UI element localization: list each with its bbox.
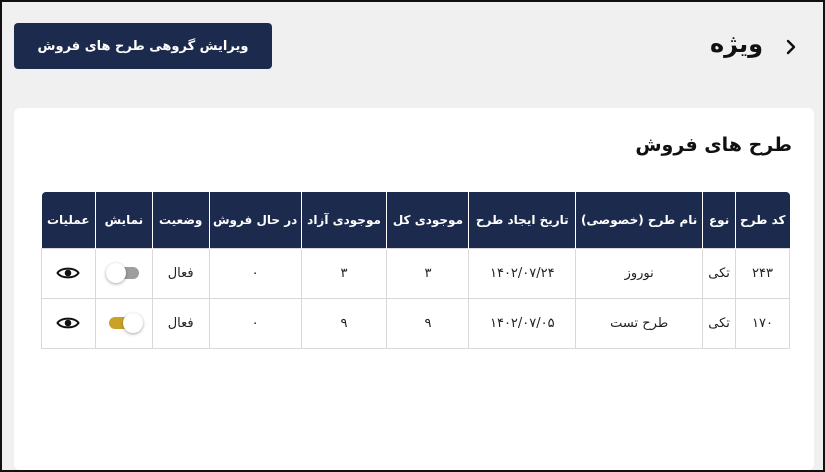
cell-code: ۲۴۳ (735, 247, 790, 299)
cell-name: نوروز (575, 247, 704, 299)
cell-actions (41, 297, 96, 349)
view-button[interactable] (54, 312, 82, 334)
page-header: ویژه ویرایش گروهی طرح های فروش (2, 2, 823, 102)
cell-total-stock: ۳ (386, 247, 470, 299)
cell-status: فعال (151, 247, 210, 299)
column-header-selling: در حال فروش (208, 192, 302, 248)
chevron-right-icon (786, 39, 796, 55)
column-header-code: کد طرح (735, 192, 790, 248)
cell-type: تکی (702, 297, 737, 349)
eye-icon (56, 317, 81, 329)
column-header-actions: عملیات (41, 192, 96, 248)
eye-icon (56, 267, 81, 279)
cell-code: ۱۷۰ (735, 297, 790, 349)
table-row: ۱۷۰ تکی طرح تست ۱۴۰۲/۰۷/۰۵ ۹ ۹ ۰ فعال (41, 297, 790, 349)
column-header-created: تاریخ ایجاد طرح (468, 192, 576, 248)
column-header-display: نمایش (94, 192, 153, 248)
sales-plans-card: طرح های فروش کد طرح نوع نام طرح (خصوصی) … (14, 108, 814, 470)
display-toggle[interactable] (108, 313, 143, 333)
column-header-name: نام طرح (خصوصی) (575, 192, 703, 248)
group-edit-plans-button[interactable]: ویرایش گروهی طرح های فروش (14, 23, 272, 69)
table-row: ۲۴۳ تکی نوروز ۱۴۰۲/۰۷/۲۴ ۳ ۳ ۰ فعال (41, 247, 790, 299)
cell-created: ۱۴۰۲/۰۷/۰۵ (468, 297, 577, 349)
back-button[interactable] (781, 34, 801, 60)
card-title: طرح های فروش (635, 134, 792, 156)
column-header-total-stock: موجودی کل (386, 192, 469, 248)
sales-plans-table: کد طرح نوع نام طرح (خصوصی) تاریخ ایجاد ط… (41, 192, 790, 349)
app-window: ویژه ویرایش گروهی طرح های فروش طرح های ف… (0, 0, 825, 472)
cell-type: تکی (702, 247, 737, 299)
cell-display (94, 297, 153, 349)
cell-total-stock: ۹ (386, 297, 470, 349)
cell-selling: ۰ (208, 297, 302, 349)
toggle-knob (122, 313, 143, 333)
cell-created: ۱۴۰۲/۰۷/۲۴ (468, 247, 577, 299)
cell-free-stock: ۳ (300, 247, 388, 299)
view-button[interactable] (54, 262, 82, 284)
cell-selling: ۰ (208, 247, 302, 299)
page-title: ویژه (709, 30, 763, 58)
cell-status: فعال (151, 297, 210, 349)
table-header-row: کد طرح نوع نام طرح (خصوصی) تاریخ ایجاد ط… (41, 192, 790, 248)
column-header-free-stock: موجودی آزاد (300, 192, 387, 248)
display-toggle[interactable] (105, 263, 139, 283)
cell-actions (41, 247, 96, 299)
cell-free-stock: ۹ (300, 297, 388, 349)
cell-display (94, 247, 153, 299)
cell-name: طرح تست (575, 297, 704, 349)
toggle-knob (105, 263, 126, 283)
column-header-type: نوع (702, 192, 736, 248)
column-header-status: وضعیت (151, 192, 210, 248)
